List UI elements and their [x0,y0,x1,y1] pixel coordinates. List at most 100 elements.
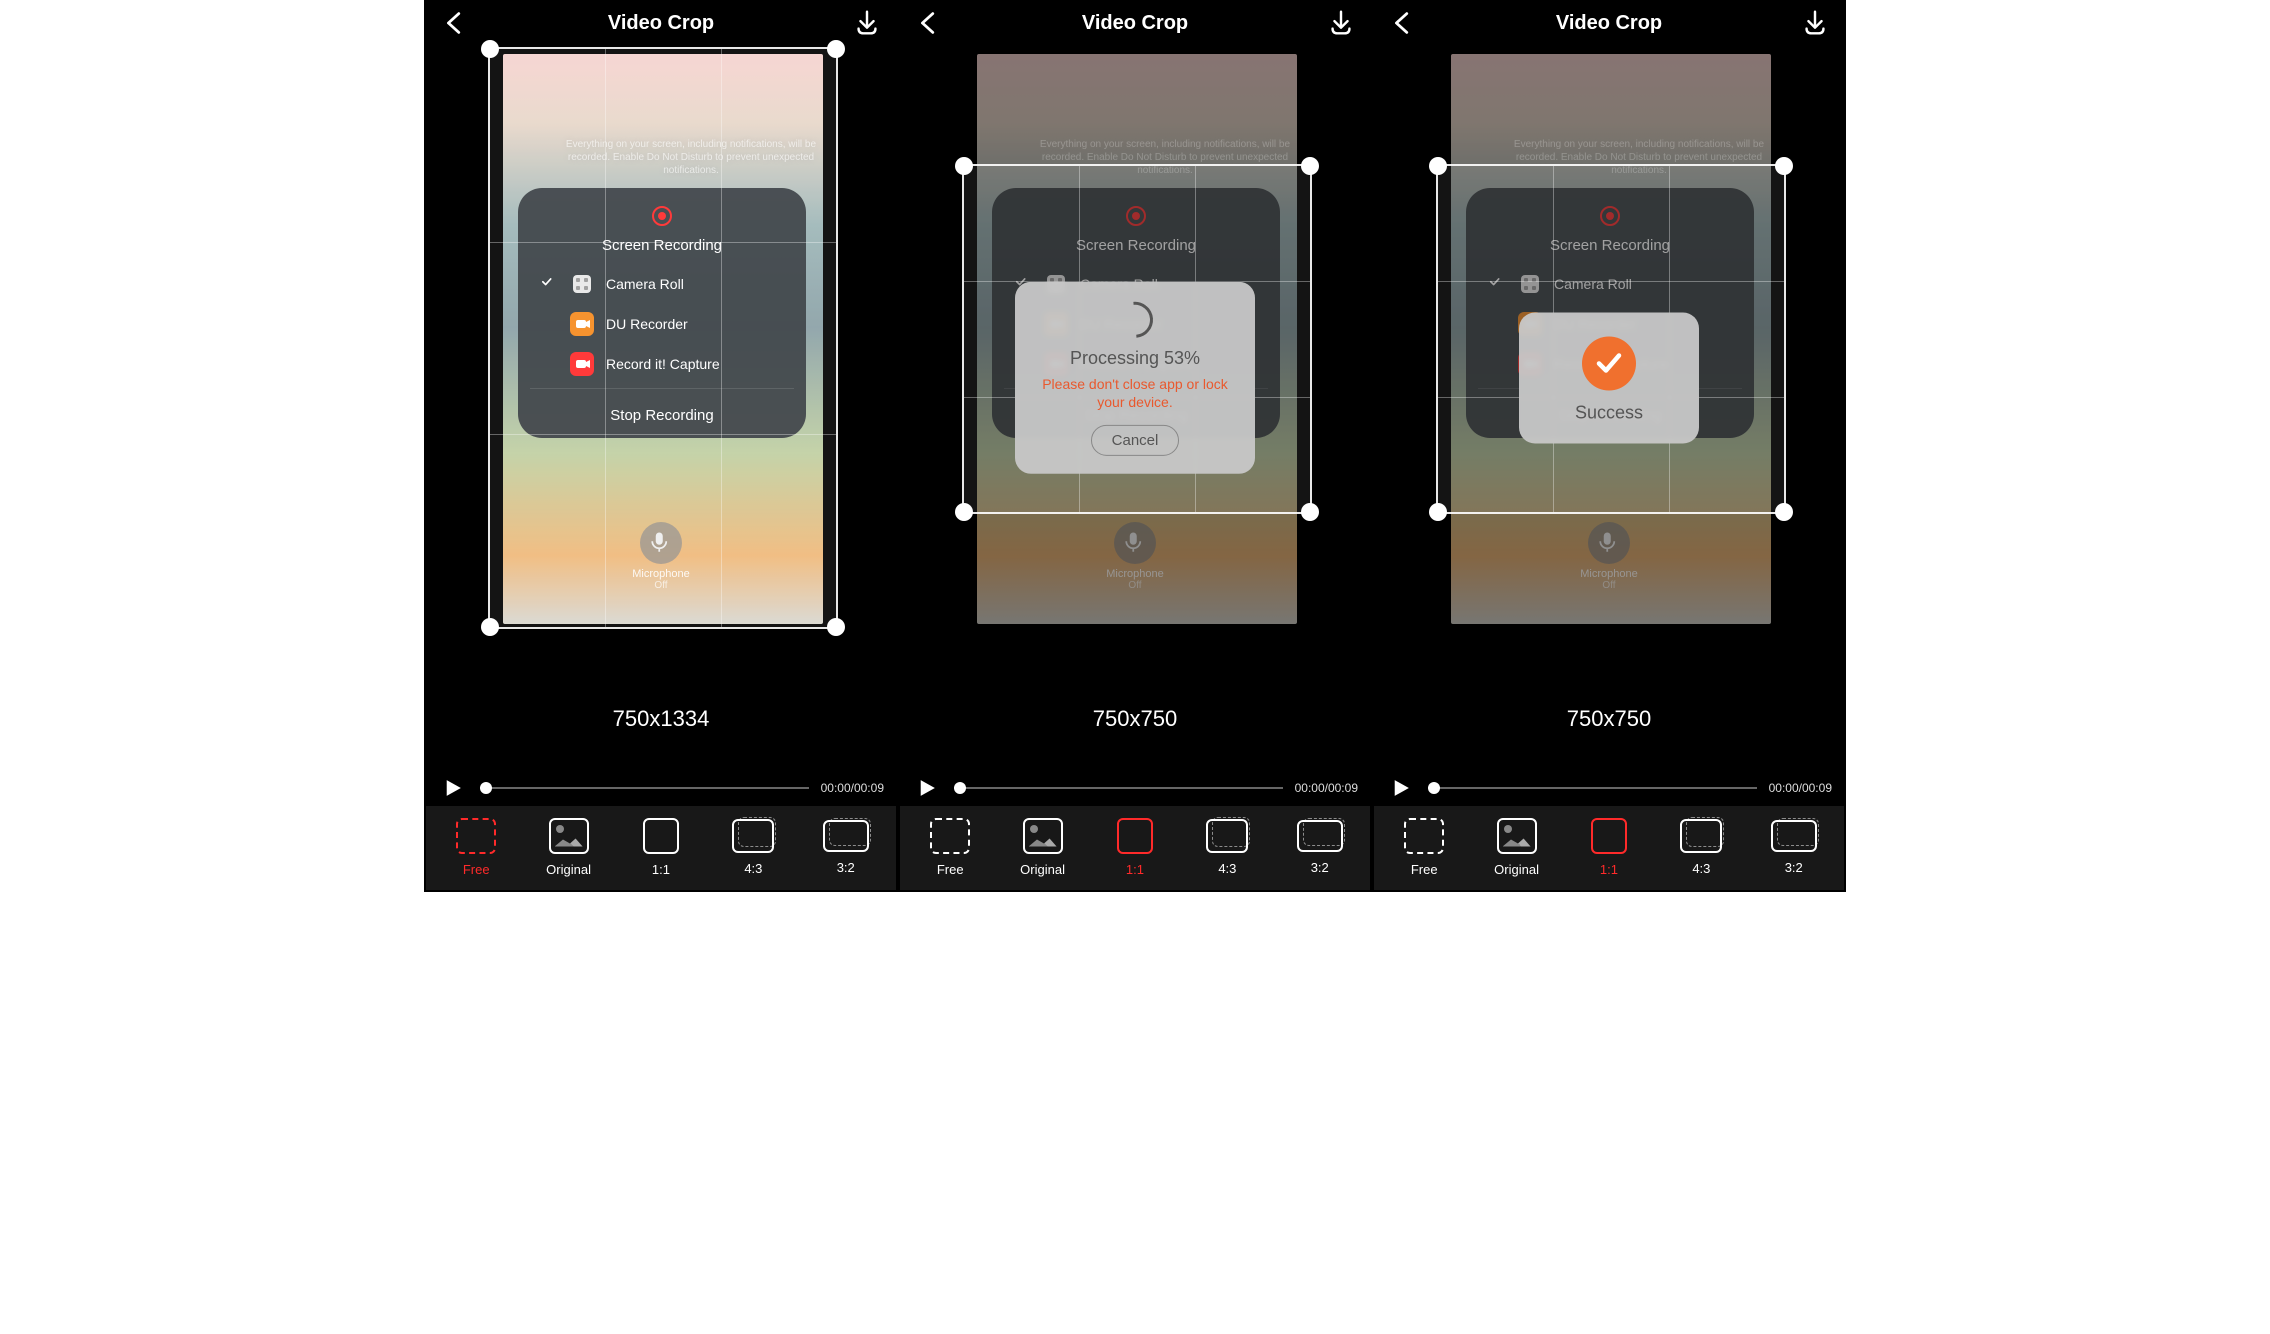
aspect-4_3-icon [1206,819,1248,853]
time-display: 00:00/00:09 [821,781,884,795]
aspect-4_3[interactable]: 4:3 [715,819,791,876]
aspect-1_1-icon [1591,818,1627,854]
crop-handle-tl[interactable] [1429,157,1447,175]
grid-line [605,49,606,627]
canvas: Everything on your screen, including not… [1374,44,1844,770]
aspect-label: 1:1 [652,862,670,877]
page-title: Video Crop [1418,12,1800,35]
play-button[interactable] [438,773,468,803]
canvas: Everything on your screen, including not… [426,44,896,770]
seek-track[interactable] [1428,787,1757,789]
processing-dialog: Processing 53%Please don't close app or … [1015,282,1255,474]
aspect-1_1-icon [1117,818,1153,854]
grid-line [490,242,836,243]
aspect-3_2-icon [823,820,869,852]
aspect-orig[interactable]: Original [1479,818,1555,877]
aspect-1_1[interactable]: 1:1 [1571,818,1647,877]
timeline: 00:00/00:09 [900,770,1370,806]
aspect-3_2[interactable]: 3:2 [1282,820,1358,875]
timeline: 00:00/00:09 [1374,770,1844,806]
aspect-orig-icon [1023,818,1063,854]
crop-size-label: 750x1334 [426,706,896,732]
crop-handle-tr[interactable] [1301,157,1319,175]
back-button[interactable] [914,8,944,38]
crop-handle-br[interactable] [827,618,845,636]
export-button[interactable] [1800,8,1830,38]
crop-size-label: 750x750 [1374,706,1844,732]
grid-line [721,49,722,627]
mic-label: Microphone [1509,568,1709,580]
mic-value: Off [1509,580,1709,591]
back-button[interactable] [440,8,470,38]
aspect-orig[interactable]: Original [531,818,607,877]
mic-label: Microphone [1035,568,1235,580]
crop-handle-bl[interactable] [481,618,499,636]
time-display: 00:00/00:09 [1295,781,1358,795]
seek-track[interactable] [954,787,1283,789]
aspect-free[interactable]: Free [438,818,514,877]
aspect-1_1[interactable]: 1:1 [1097,818,1173,877]
seek-thumb[interactable] [954,782,966,794]
aspect-label: Free [937,862,964,877]
aspect-3_2-icon [1297,820,1343,852]
aspect-4_3-icon [1680,819,1722,853]
export-button[interactable] [852,8,882,38]
aspect-label: 3:2 [837,860,855,875]
play-button[interactable] [912,773,942,803]
crop-handle-bl[interactable] [1429,503,1447,521]
aspect-4_3[interactable]: 4:3 [1663,819,1739,876]
aspect-free-icon [456,818,496,854]
aspect-3_2[interactable]: 3:2 [808,820,884,875]
aspect-label: 3:2 [1785,860,1803,875]
crop-handle-br[interactable] [1301,503,1319,521]
crop-handle-tl[interactable] [481,40,499,58]
aspect-toolbar: Free Original 1:1 4:3 3:2 [900,806,1370,890]
seek-track[interactable] [480,787,809,789]
crop-handle-br[interactable] [1775,503,1793,521]
aspect-label: Original [1494,862,1539,877]
page-title: Video Crop [470,12,852,35]
grid-line [490,434,836,435]
play-button[interactable] [1386,773,1416,803]
aspect-orig[interactable]: Original [1005,818,1081,877]
crop-handle-tr[interactable] [1775,157,1793,175]
microphone-toggle: MicrophoneOff [1509,522,1709,591]
aspect-free-icon [1404,818,1444,854]
seek-thumb[interactable] [480,782,492,794]
back-button[interactable] [1388,8,1418,38]
aspect-1_1-icon [643,818,679,854]
header: Video Crop [1374,2,1844,44]
aspect-label: 4:3 [744,861,762,876]
success-message: Success [1535,402,1683,423]
microphone-toggle: MicrophoneOff [1035,522,1235,591]
aspect-4_3[interactable]: 4:3 [1189,819,1265,876]
crop-size-label: 750x750 [900,706,1370,732]
crop-handle-bl[interactable] [955,503,973,521]
app-screen: Video Crop Everything on your screen, inc… [424,0,898,892]
success-dialog: Success [1519,312,1699,443]
aspect-free[interactable]: Free [912,818,988,877]
crop-handle-tl[interactable] [955,157,973,175]
aspect-1_1[interactable]: 1:1 [623,818,699,877]
spinner-icon [1110,294,1161,345]
time-display: 00:00/00:09 [1769,781,1832,795]
aspect-label: Original [1020,862,1065,877]
aspect-3_2-icon [1771,820,1817,852]
crop-rectangle[interactable] [488,47,838,629]
canvas: Everything on your screen, including not… [900,44,1370,770]
aspect-free[interactable]: Free [1386,818,1462,877]
aspect-label: 1:1 [1600,862,1618,877]
aspect-label: Original [546,862,591,877]
aspect-label: 1:1 [1126,862,1144,877]
header: Video Crop [426,2,896,44]
cancel-button[interactable]: Cancel [1091,425,1180,456]
crop-handle-tr[interactable] [827,40,845,58]
aspect-orig-icon [549,818,589,854]
aspect-3_2[interactable]: 3:2 [1756,820,1832,875]
timeline: 00:00/00:09 [426,770,896,806]
export-button[interactable] [1326,8,1356,38]
aspect-label: 3:2 [1311,860,1329,875]
seek-thumb[interactable] [1428,782,1440,794]
processing-warning: Please don't close app or lock your devi… [1031,375,1239,411]
aspect-label: 4:3 [1218,861,1236,876]
